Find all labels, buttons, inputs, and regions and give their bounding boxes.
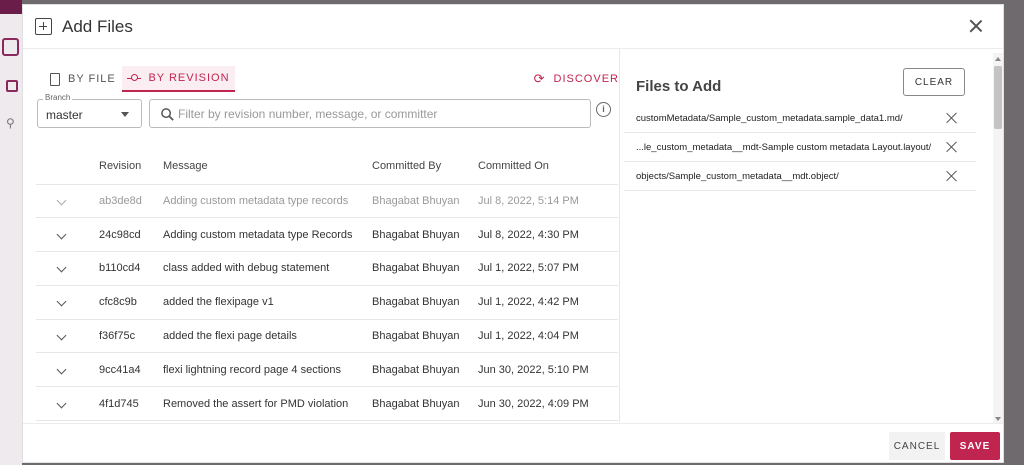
committed-on-cell: Jun 30, 2022, 5:10 PM (478, 352, 618, 388)
discover-button[interactable]: ⟳ DISCOVER (534, 66, 619, 92)
chevron-down-icon[interactable] (56, 263, 66, 273)
file-path: ...le_custom_metadata__mdt-Sample custom… (636, 142, 932, 153)
table-row[interactable]: cfc8c9b added the flexipage v1 Bhagabat … (36, 285, 618, 320)
message-cell: Adding custom metadata type Records (163, 217, 372, 253)
dialog-footer: CANCEL SAVE (23, 423, 1003, 463)
committer-cell: Bhagabat Bhuyan (372, 386, 478, 422)
chevron-down-icon[interactable] (56, 195, 66, 206)
filter-field (149, 99, 591, 128)
discover-label: DISCOVER (553, 73, 619, 85)
committed-on-cell: Jun 30, 2022, 4:09 PM (478, 386, 618, 422)
file-path: customMetadata/Sample_custom_metadata.sa… (636, 113, 903, 124)
revision-cell: 9cc41a4 (86, 352, 163, 388)
committed-on-cell: Jul 1, 2022, 4:42 PM (478, 285, 618, 320)
close-icon[interactable] (967, 17, 985, 35)
column-header-message: Message (163, 148, 372, 185)
pane-divider (619, 49, 620, 422)
column-header-committed-by: Committed By (372, 148, 478, 185)
table-header-row: Revision Message Committed By Committed … (36, 148, 618, 185)
file-path: objects/Sample_custom_metadata__mdt.obje… (636, 171, 839, 182)
committer-cell: Bhagabat Bhuyan (372, 285, 478, 320)
revision-cell: ab3de8d (86, 184, 163, 219)
info-icon[interactable]: i (596, 102, 611, 117)
committer-cell: Bhagabat Bhuyan (372, 319, 478, 354)
chevron-down-icon[interactable] (56, 364, 66, 375)
revision-cell: 24c98cd (86, 217, 163, 253)
files-to-add-title: Files to Add (636, 78, 722, 95)
table-row[interactable]: 9cc41a4 flexi lightning record page 4 se… (36, 352, 618, 388)
file-icon (50, 72, 60, 86)
save-button[interactable]: SAVE (950, 432, 1000, 460)
tab-by-revision-label: BY REVISION (148, 72, 230, 84)
branch-label: Branch (43, 93, 73, 102)
revision-cell: 4f1d745 (86, 386, 163, 422)
table-row[interactable]: ab3de8d Adding custom metadata type reco… (36, 184, 618, 219)
committed-on-cell: Jul 1, 2022, 4:04 PM (478, 319, 618, 354)
tab-by-file-label: BY FILE (68, 73, 116, 85)
files-scrollbar[interactable] (993, 53, 1003, 424)
committed-on-cell: Jul 8, 2022, 4:30 PM (478, 217, 618, 253)
revision-cell: f36f75c (86, 319, 163, 354)
committed-on-cell: Jul 1, 2022, 5:07 PM (478, 251, 618, 286)
list-item: objects/Sample_custom_metadata__mdt.obje… (624, 162, 976, 191)
branch-select[interactable]: Branch master (37, 93, 142, 128)
files-to-add-pane: Files to Add CLEAR customMetadata/Sample… (623, 49, 993, 419)
column-header-revision: Revision (86, 148, 163, 185)
message-cell: added the flexipage v1 (163, 285, 372, 320)
scroll-down-icon[interactable] (995, 417, 1001, 421)
app-grid-icon (2, 38, 19, 56)
message-cell: Adding custom metadata type records (163, 184, 372, 219)
branch-value: master (46, 108, 83, 122)
committer-cell: Bhagabat Bhuyan (372, 352, 478, 388)
message-cell: added the flexi page details (163, 319, 372, 354)
remove-file-icon[interactable] (946, 141, 958, 153)
chevron-down-icon[interactable] (56, 229, 66, 240)
dialog-title: Add Files (62, 16, 133, 36)
refresh-icon: ⟳ (533, 71, 546, 86)
table-row[interactable]: f36f75c added the flexi page details Bha… (36, 319, 618, 354)
committer-cell: Bhagabat Bhuyan (372, 184, 478, 219)
background-app-sidebar: ⚲ (0, 0, 22, 465)
dialog-header: Add Files (23, 5, 1003, 49)
scroll-up-icon[interactable] (995, 57, 1001, 61)
column-header-committed-on: Committed On (478, 148, 618, 185)
message-cell: Removed the assert for PMD violation (163, 386, 372, 422)
remove-file-icon[interactable] (946, 170, 958, 182)
background-app-bar (0, 0, 22, 14)
table-row[interactable]: 24c98cd Adding custom metadata type Reco… (36, 217, 618, 253)
search-icon (161, 108, 174, 121)
clear-button[interactable]: CLEAR (903, 68, 965, 96)
revision-cell: cfc8c9b (86, 285, 163, 320)
remove-file-icon[interactable] (946, 112, 958, 124)
revision-pane: BY FILE BY REVISION ⟳ DISCOVER Branch ma… (36, 62, 619, 422)
chevron-down-icon[interactable] (56, 330, 66, 341)
tab-by-revision[interactable]: BY REVISION (122, 66, 235, 92)
caret-down-icon (121, 112, 129, 117)
chevron-down-icon[interactable] (56, 398, 66, 409)
revision-cell: b110cd4 (86, 251, 163, 286)
tab-by-file[interactable]: BY FILE (36, 66, 118, 92)
filter-input[interactable] (178, 104, 583, 124)
files-to-add-list: customMetadata/Sample_custom_metadata.sa… (624, 104, 976, 191)
chevron-down-icon[interactable] (56, 296, 66, 307)
revision-table: Revision Message Committed By Committed … (36, 148, 618, 422)
expand-column-header (36, 148, 86, 185)
app-run-icon: ⚲ (6, 116, 15, 130)
commit-icon (127, 74, 142, 82)
table-row[interactable]: 4f1d745 Removed the assert for PMD viola… (36, 386, 618, 422)
cancel-button[interactable]: CANCEL (889, 432, 945, 460)
add-box-icon (35, 18, 52, 35)
list-item: ...le_custom_metadata__mdt-Sample custom… (624, 133, 976, 162)
message-cell: class added with debug statement (163, 251, 372, 286)
list-item: customMetadata/Sample_custom_metadata.sa… (624, 104, 976, 133)
committer-cell: Bhagabat Bhuyan (372, 217, 478, 253)
committer-cell: Bhagabat Bhuyan (372, 251, 478, 286)
table-row[interactable]: b110cd4 class added with debug statement… (36, 251, 618, 286)
add-files-dialog: Add Files BY FILE BY REVISION ⟳ DISCOVER… (22, 4, 1004, 463)
message-cell: flexi lightning record page 4 sections (163, 352, 372, 388)
scroll-thumb[interactable] (994, 66, 1002, 129)
app-list-icon (6, 80, 18, 92)
committed-on-cell: Jul 8, 2022, 5:14 PM (478, 184, 618, 219)
